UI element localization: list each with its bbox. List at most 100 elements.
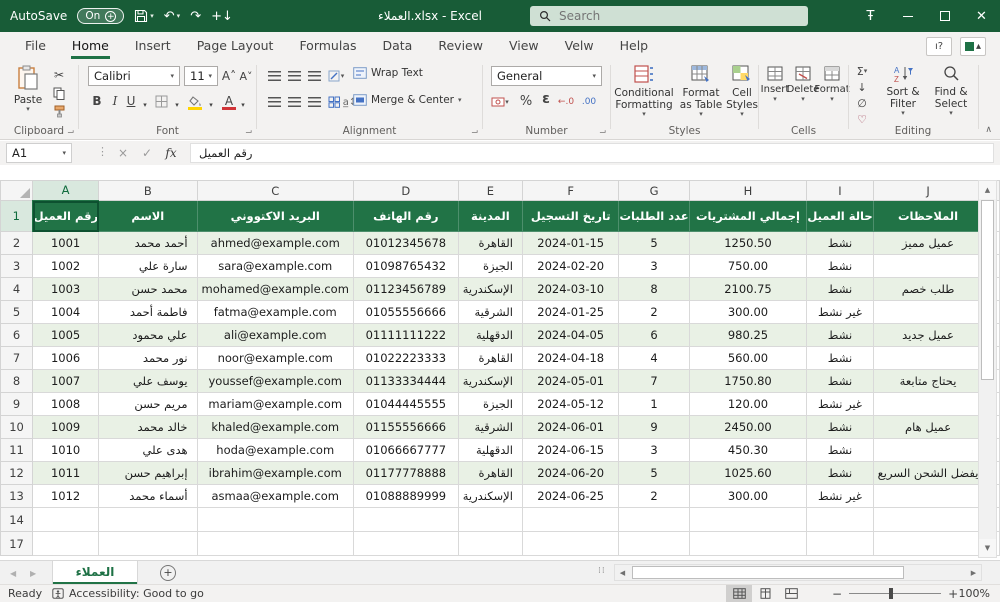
- data-cell[interactable]: 1250.50: [689, 232, 807, 255]
- confirm-entry-button[interactable]: ✓: [136, 143, 158, 163]
- insert-cells-button[interactable]: Insert ▾: [761, 66, 789, 103]
- font-size-select[interactable]: 11▾: [184, 66, 218, 86]
- row-header-14[interactable]: 14: [1, 508, 33, 532]
- data-cell[interactable]: يوسف علي: [99, 370, 197, 393]
- column-header-B[interactable]: B: [99, 181, 197, 201]
- orientation-button[interactable]: ▾: [327, 68, 345, 84]
- data-cell[interactable]: نشط: [807, 255, 873, 278]
- data-cell[interactable]: 1011: [33, 462, 99, 485]
- horizontal-scroll-thumb[interactable]: [632, 566, 904, 579]
- menu-tab-help[interactable]: Help: [607, 32, 662, 60]
- data-cell[interactable]: 2: [619, 301, 689, 324]
- undo-button[interactable]: ↶▾: [164, 10, 180, 23]
- cell-styles-button[interactable]: Cell Styles ▾: [726, 65, 758, 118]
- data-cell[interactable]: 1007: [33, 370, 99, 393]
- search-input[interactable]: [557, 8, 777, 24]
- column-header-D[interactable]: D: [353, 181, 458, 201]
- minimize-button[interactable]: [889, 0, 926, 32]
- header-cell[interactable]: تاريخ التسجيل: [522, 201, 619, 232]
- column-header-A[interactable]: A: [33, 181, 99, 201]
- row-header-5[interactable]: 5: [1, 301, 33, 324]
- font-name-select[interactable]: Calibri▾: [88, 66, 180, 86]
- data-cell[interactable]: نشط: [807, 232, 873, 255]
- header-cell[interactable]: رقم الهاتف: [353, 201, 458, 232]
- data-cell[interactable]: 2024-04-18: [522, 347, 619, 370]
- data-cell-empty[interactable]: [619, 508, 689, 532]
- data-cell[interactable]: 1025.60: [689, 462, 807, 485]
- align-middle-button[interactable]: [285, 68, 303, 84]
- font-dialog-launcher-icon[interactable]: ⌐: [245, 126, 253, 135]
- data-cell[interactable]: 01088889999: [353, 485, 458, 508]
- data-cell[interactable]: غير نشط: [807, 393, 873, 416]
- data-cell[interactable]: طلب خصم: [873, 278, 983, 301]
- data-cell[interactable]: 2024-05-01: [522, 370, 619, 393]
- data-cell-empty[interactable]: [619, 532, 689, 556]
- data-cell[interactable]: 2100.75: [689, 278, 807, 301]
- column-header-J[interactable]: J: [873, 181, 983, 201]
- data-cell[interactable]: الدقهلية: [458, 439, 522, 462]
- data-cell[interactable]: khaled@example.com: [197, 416, 353, 439]
- column-header-C[interactable]: C: [197, 181, 353, 201]
- data-cell[interactable]: نشط: [807, 324, 873, 347]
- data-cell[interactable]: 1002: [33, 255, 99, 278]
- data-cell[interactable]: sara@example.com: [197, 255, 353, 278]
- data-cell[interactable]: القاهرة: [458, 232, 522, 255]
- data-cell-empty[interactable]: [522, 532, 619, 556]
- data-cell[interactable]: [873, 485, 983, 508]
- data-cell[interactable]: 5: [619, 462, 689, 485]
- increase-font-size-button[interactable]: A˄: [220, 68, 238, 84]
- comma-style-button[interactable]: ε: [537, 91, 555, 107]
- data-cell[interactable]: 2024-06-01: [522, 416, 619, 439]
- data-cell[interactable]: youssef@example.com: [197, 370, 353, 393]
- bold-button[interactable]: B: [89, 92, 105, 110]
- column-header-F[interactable]: F: [522, 181, 619, 201]
- data-cell[interactable]: [873, 301, 983, 324]
- format-cells-button[interactable]: Format ▾: [817, 66, 847, 103]
- data-cell[interactable]: 300.00: [689, 301, 807, 324]
- data-cell[interactable]: 1008: [33, 393, 99, 416]
- data-cell[interactable]: 560.00: [689, 347, 807, 370]
- data-cell[interactable]: fatma@example.com: [197, 301, 353, 324]
- page-layout-view-button[interactable]: [752, 585, 778, 602]
- header-cell[interactable]: عدد الطلبات: [619, 201, 689, 232]
- row-header-12[interactable]: 12: [1, 462, 33, 485]
- data-cell[interactable]: ali@example.com: [197, 324, 353, 347]
- vertical-scrollbar[interactable]: ▲ ▼: [978, 180, 997, 558]
- font-color-caret-icon[interactable]: ▾: [235, 96, 251, 114]
- align-top-button[interactable]: [265, 68, 283, 84]
- data-cell-empty[interactable]: [99, 508, 197, 532]
- data-cell[interactable]: 1003: [33, 278, 99, 301]
- data-cell[interactable]: نور محمد: [99, 347, 197, 370]
- data-cell[interactable]: نشط: [807, 462, 873, 485]
- fill-color-button[interactable]: [187, 92, 203, 110]
- data-cell[interactable]: نشط: [807, 439, 873, 462]
- data-cell[interactable]: علي محمود: [99, 324, 197, 347]
- data-cell[interactable]: 3: [619, 255, 689, 278]
- data-cell-empty[interactable]: [33, 532, 99, 556]
- data-cell[interactable]: 1: [619, 393, 689, 416]
- autosum-button[interactable]: Σ▾: [853, 63, 871, 79]
- row-header-17[interactable]: 17: [1, 532, 33, 556]
- data-cell[interactable]: 980.25: [689, 324, 807, 347]
- align-bottom-button[interactable]: [305, 68, 323, 84]
- data-cell-empty[interactable]: [353, 532, 458, 556]
- zoom-in-icon[interactable]: +: [948, 588, 958, 600]
- quick-access-customize-icon[interactable]: +↓: [211, 10, 233, 23]
- merge-center-button[interactable]: Merge & Center ▾: [353, 94, 462, 106]
- column-header-E[interactable]: E: [458, 181, 522, 201]
- data-cell-empty[interactable]: [197, 508, 353, 532]
- menu-tab-page-layout[interactable]: Page Layout: [184, 32, 287, 60]
- data-cell[interactable]: أسماء محمد: [99, 485, 197, 508]
- tab-strip-resize-icon[interactable]: ⁞⁞: [598, 566, 606, 576]
- data-cell[interactable]: القاهرة: [458, 347, 522, 370]
- data-cell-empty[interactable]: [807, 508, 873, 532]
- data-cell[interactable]: 5: [619, 232, 689, 255]
- header-cell[interactable]: الملاحظات: [873, 201, 983, 232]
- data-cell[interactable]: 2024-04-05: [522, 324, 619, 347]
- autosave-toggle[interactable]: On +: [77, 8, 124, 24]
- clipboard-dialog-launcher-icon[interactable]: ⌐: [67, 126, 75, 135]
- data-cell[interactable]: 4: [619, 347, 689, 370]
- data-cell[interactable]: الإسكندرية: [458, 485, 522, 508]
- zoom-slider-handle[interactable]: [889, 588, 893, 599]
- save-button[interactable]: ▾: [134, 9, 154, 23]
